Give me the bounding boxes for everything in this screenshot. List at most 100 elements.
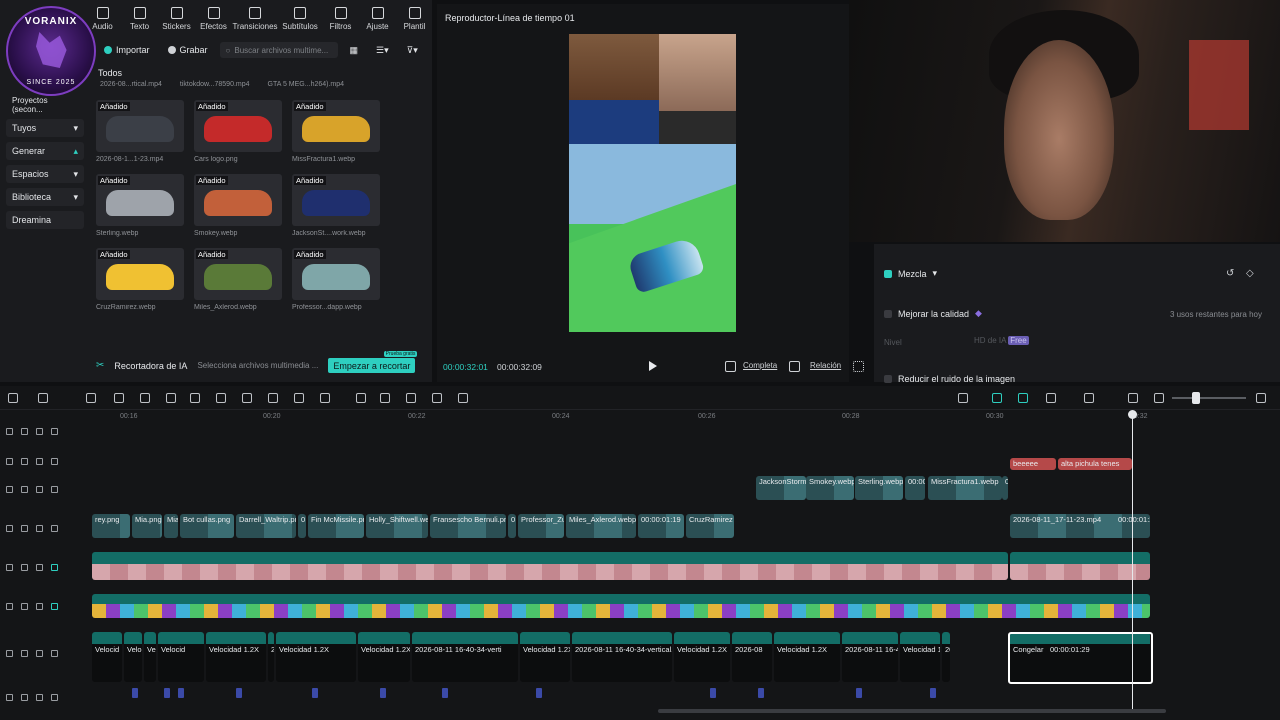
timeline-marker[interactable] xyxy=(536,688,542,698)
track-header[interactable] xyxy=(6,486,86,493)
track-header[interactable] xyxy=(6,650,86,657)
lock-icon[interactable] xyxy=(21,603,28,610)
text-clip[interactable]: beeeee xyxy=(1010,458,1056,470)
media-item[interactable]: Añadido Cars logo.png xyxy=(194,100,282,163)
eye-icon[interactable] xyxy=(36,458,43,465)
timeline-marker[interactable] xyxy=(856,688,862,698)
video-clip[interactable]: 2 xyxy=(268,632,274,682)
video-clip[interactable]: 2026-08-11 16-40-34-vertical.r xyxy=(572,632,672,682)
timeline-option-icon[interactable] xyxy=(1084,393,1094,403)
time-ruler[interactable]: 00:16 00:20 00:22 00:24 00:26 00:28 00:30 00:32 xyxy=(90,410,1280,424)
video-clip[interactable]: Velocidad 1.2X xyxy=(520,632,570,682)
play-button[interactable] xyxy=(649,361,657,371)
image-clip[interactable]: JacksonStorm xyxy=(756,476,806,500)
timeline-option-icon[interactable] xyxy=(992,393,1002,403)
tab-subtitles[interactable]: Subtítulos xyxy=(278,4,322,34)
timeline-tool-icon[interactable] xyxy=(406,393,416,403)
audio-icon[interactable] xyxy=(51,564,58,571)
ratio-button[interactable]: Relación xyxy=(810,361,841,370)
eye-icon[interactable] xyxy=(36,486,43,493)
timeline-tool-icon[interactable] xyxy=(86,393,96,403)
search-input[interactable]: ○ Buscar archivos multime... xyxy=(219,42,338,58)
timeline-marker[interactable] xyxy=(930,688,936,698)
fullscreen-icon[interactable] xyxy=(853,361,864,372)
view-toggle-icon[interactable]: ▦ xyxy=(344,42,365,58)
video-clip[interactable]: Velocidad 1.2X xyxy=(674,632,730,682)
image-clip[interactable]: Darrell_Waltrip.png xyxy=(236,514,296,538)
record-button[interactable]: Grabar xyxy=(162,42,214,58)
timeline-tool-icon[interactable] xyxy=(294,393,304,403)
image-clip[interactable]: 00:00:01:19 xyxy=(638,514,684,538)
file-name[interactable]: 2026-08...rtical.mp4 xyxy=(100,81,162,88)
tab-adjust[interactable]: Ajuste xyxy=(359,4,396,34)
image-clip[interactable]: Professor_Zund xyxy=(518,514,564,538)
image-clip[interactable]: Fransescho Bernuli.png xyxy=(430,514,506,538)
video-clip[interactable]: Velocid xyxy=(92,632,122,682)
video-clip[interactable]: Ve xyxy=(144,632,156,682)
nav-biblioteca[interactable]: Biblioteca ▾ xyxy=(6,188,84,206)
track-header[interactable] xyxy=(6,603,86,610)
timeline-tool-icon[interactable] xyxy=(432,393,442,403)
mix-row[interactable]: Mezcla ▾ xyxy=(884,268,937,279)
zoom-knob[interactable] xyxy=(1192,392,1200,404)
image-clip[interactable]: Bot cullas.png xyxy=(180,514,234,538)
mix-checkbox[interactable] xyxy=(884,269,892,278)
media-item[interactable]: Añadido CruzRamirez.webp xyxy=(96,248,184,311)
tab-templates[interactable]: Plantil xyxy=(396,4,433,34)
timeline-marker[interactable] xyxy=(312,688,318,698)
timeline-marker[interactable] xyxy=(164,688,170,698)
video-clip[interactable]: Velocidad 1.2X xyxy=(276,632,356,682)
media-thumbnail[interactable]: Añadido xyxy=(96,248,184,300)
image-clip[interactable]: rey.png xyxy=(92,514,130,538)
track-header[interactable] xyxy=(6,428,86,435)
nav-generar[interactable]: Generar ▴ xyxy=(6,142,84,160)
video-clip[interactable]: Velocidad 1.2X xyxy=(358,632,410,682)
eye-icon[interactable] xyxy=(36,564,43,571)
media-item[interactable]: Añadido JacksonSt....work.webp xyxy=(292,174,380,237)
keyframe-icon[interactable]: ◇ xyxy=(1246,268,1254,279)
image-clip[interactable]: MissFractura1.webp xyxy=(928,476,1002,500)
media-thumbnail[interactable]: Añadido xyxy=(96,174,184,226)
hd-select[interactable]: HD de IA Free xyxy=(974,336,1264,349)
image-clip[interactable]: Miles_Axlerod.webp xyxy=(566,514,636,538)
track-header[interactable] xyxy=(6,525,86,532)
import-button[interactable]: Importar xyxy=(98,42,156,58)
nav-dreamina[interactable]: Dreamina xyxy=(6,211,84,229)
video-clip[interactable]: 2026-08-11 16-4 xyxy=(842,632,898,682)
lock-icon[interactable] xyxy=(21,458,28,465)
track-header[interactable] xyxy=(6,458,86,465)
image-clip[interactable]: Holly_Shiftwell.we xyxy=(366,514,428,538)
video-clip[interactable]: Velocidad Congelar 00:00:09:16 xyxy=(92,552,1008,580)
video-clip[interactable]: Velo xyxy=(124,632,142,682)
timeline-marker[interactable] xyxy=(178,688,184,698)
image-clip[interactable]: Sterling.webp xyxy=(855,476,903,500)
image-clip[interactable]: 00 xyxy=(1002,476,1008,500)
eye-icon[interactable] xyxy=(36,525,43,532)
media-item[interactable]: Añadido MissFractura1.webp xyxy=(292,100,380,163)
timeline-option-icon[interactable] xyxy=(1046,393,1056,403)
start-cut-button[interactable]: Empezar a recortar Prueba gratis xyxy=(328,351,418,373)
image-clip[interactable]: 0 xyxy=(298,514,306,538)
audio-icon[interactable] xyxy=(51,603,58,610)
image-clip[interactable]: CruzRamirez xyxy=(686,514,734,538)
media-thumbnail[interactable]: Añadido xyxy=(194,248,282,300)
crop-icon[interactable] xyxy=(789,361,800,372)
timeline-marker[interactable] xyxy=(442,688,448,698)
video-clip[interactable]: Velocidad 1.2X xyxy=(774,632,840,682)
media-item[interactable]: Añadido Miles_Axlerod.webp xyxy=(194,248,282,311)
timeline-tool-icon[interactable] xyxy=(268,393,278,403)
playhead-handle[interactable] xyxy=(1128,410,1137,419)
video-clip[interactable]: 2026-08 xyxy=(732,632,772,682)
reset-icon[interactable]: ↺ xyxy=(1226,268,1234,279)
timeline-tool-icon[interactable] xyxy=(216,393,226,403)
image-clip[interactable]: 00:00 xyxy=(905,476,925,500)
timeline-tool-icon[interactable] xyxy=(242,393,252,403)
audio-icon[interactable] xyxy=(51,486,58,493)
fit-icon[interactable] xyxy=(725,361,736,372)
media-thumbnail[interactable]: Añadido xyxy=(194,100,282,152)
timeline-tool-icon[interactable] xyxy=(458,393,468,403)
timeline-marker[interactable] xyxy=(710,688,716,698)
video-clip[interactable]: Velocidad 1.2X xyxy=(206,632,266,682)
tab-audio[interactable]: Audio xyxy=(84,4,121,34)
track-header[interactable] xyxy=(6,694,86,701)
